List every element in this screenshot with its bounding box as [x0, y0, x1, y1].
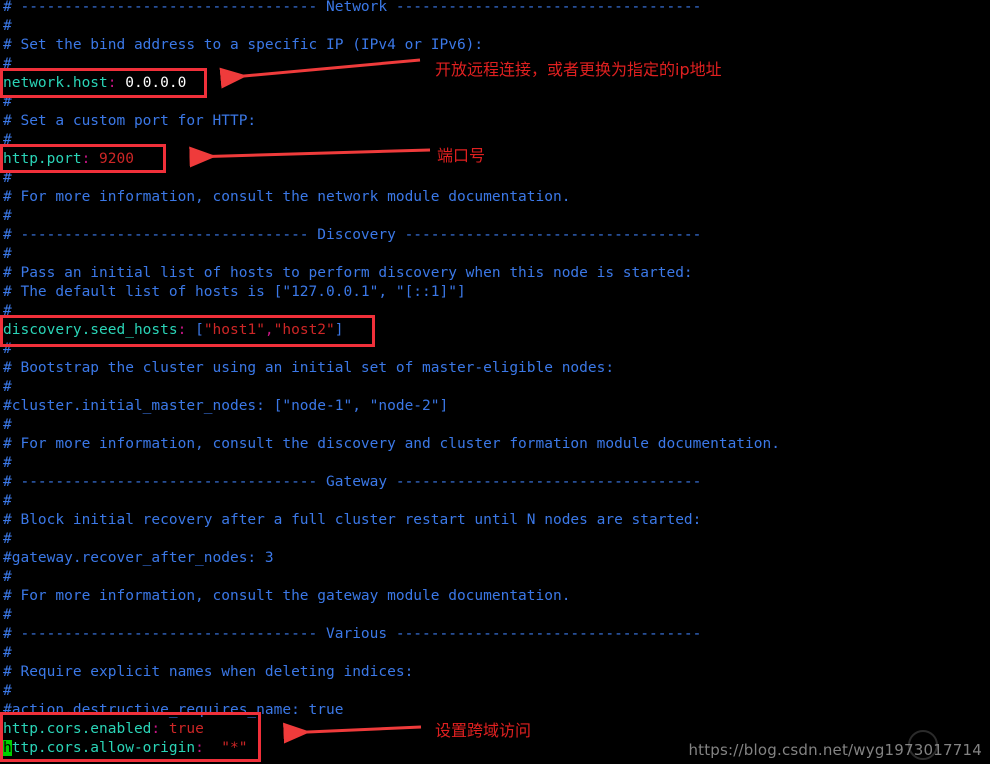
config-line: # Set a custom port for HTTP:	[3, 113, 257, 129]
config-line: #	[3, 379, 12, 395]
config-line: # ---------------------------------- Gat…	[3, 474, 702, 490]
config-line: #	[3, 531, 12, 547]
config-line: # ---------------------------------- Net…	[3, 0, 702, 15]
config-line: # The default list of hosts is ["127.0.0…	[3, 284, 466, 300]
config-line: # --------------------------------- Disc…	[3, 227, 702, 243]
config-line: #	[3, 56, 12, 72]
config-line: network.host: 0.0.0.0	[3, 75, 187, 91]
config-line: #	[3, 170, 12, 186]
config-line: # Pass an initial list of hosts to perfo…	[3, 265, 693, 281]
config-line: #	[3, 455, 12, 471]
config-line: # Set the bind address to a specific IP …	[3, 37, 484, 53]
config-line: #	[3, 683, 12, 699]
config-line: # For more information, consult the netw…	[3, 189, 571, 205]
config-line: #	[3, 246, 12, 262]
config-line: # ---------------------------------- Var…	[3, 626, 702, 642]
config-line: #	[3, 341, 12, 357]
config-line: #	[3, 18, 12, 34]
config-line: # Require explicit names when deleting i…	[3, 664, 414, 680]
config-line: #	[3, 208, 12, 224]
config-line: #	[3, 493, 12, 509]
config-file-text[interactable]: # ---------------------------------- Net…	[0, 0, 990, 764]
config-line: # Bootstrap the cluster using an initial…	[3, 360, 615, 376]
config-line: #	[3, 94, 12, 110]
config-line: discovery.seed_hosts: ["host1","host2"]	[3, 322, 344, 338]
annotation-label-cors: 设置跨域访问	[435, 721, 532, 740]
config-line: http.port: 9200	[3, 151, 134, 167]
annotation-label-http-port: 端口号	[437, 146, 486, 165]
config-line: http.cors.enabled: true	[3, 721, 204, 737]
config-line: # For more information, consult the gate…	[3, 588, 571, 604]
config-line: #	[3, 645, 12, 661]
config-line: #	[3, 607, 12, 623]
terminal-screenshot: # ---------------------------------- Net…	[0, 0, 990, 764]
config-line: #	[3, 303, 12, 319]
config-line: # Block initial recovery after a full cl…	[3, 512, 702, 528]
config-line: #cluster.initial_master_nodes: ["node-1"…	[3, 398, 449, 414]
annotation-label-network-host: 开放远程连接，或者更换为指定的ip地址	[435, 60, 722, 79]
config-line: #gateway.recover_after_nodes: 3	[3, 550, 274, 566]
config-line: #action.destructive_requires_name: true	[3, 702, 344, 718]
config-line: http.cors.allow-origin: "*"	[3, 740, 248, 756]
config-line: # For more information, consult the disc…	[3, 436, 780, 452]
config-line: #	[3, 417, 12, 433]
config-line: #	[3, 569, 12, 585]
config-line: #	[3, 132, 12, 148]
watermark-text: https://blog.csdn.net/wyg1973017714	[688, 741, 982, 759]
